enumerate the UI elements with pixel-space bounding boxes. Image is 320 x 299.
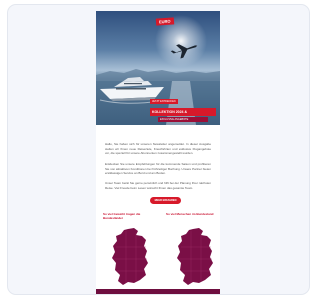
germany-maps [112, 228, 213, 285]
preview-card: EURO JETZT ENTDECKEN KOLLEKTION 2024 & E… [7, 4, 310, 295]
intro-paragraph: Hallo, Sie haben sich für unseren Newsle… [105, 142, 211, 156]
second-paragraph: Entdecken Sie unsere Empfehlungen für di… [105, 162, 211, 176]
map-title: So viel Menschen im Bundesland [166, 212, 214, 216]
map-panel-right: So viel Menschen im Bundesland [166, 212, 214, 216]
airplane-icon [170, 44, 198, 59]
third-paragraph: Unser Team berät Sie gerne persönlich un… [105, 181, 211, 190]
germany-map-right [177, 228, 213, 285]
cta-button[interactable]: MEHR ERFAHREN [150, 197, 181, 204]
map-panel-left: So viel Gewicht tragen die Bundesländer [103, 212, 151, 220]
hero-headline: KOLLEKTION 2024 & [150, 108, 216, 116]
hero-subline: EXKLUSIVE ANGEBOTE [158, 117, 208, 122]
hero-kicker: JETZT ENTDECKEN [150, 99, 178, 104]
hero-headline-block: JETZT ENTDECKEN KOLLEKTION 2024 & EXKLUS… [150, 89, 216, 122]
germany-map-left [112, 228, 148, 285]
email-preview[interactable]: EURO JETZT ENTDECKEN KOLLEKTION 2024 & E… [96, 11, 220, 294]
paragraph-text: Entdecken Sie unsere Empfehlungen für di… [105, 162, 211, 175]
paragraph-text: Hallo, Sie haben sich für unseren Newsle… [105, 142, 211, 155]
footer-bar [96, 289, 220, 294]
brand-logo[interactable]: EURO [155, 17, 174, 26]
hero-banner: EURO JETZT ENTDECKEN KOLLEKTION 2024 & E… [96, 11, 220, 125]
paragraph-text: Unser Team berät Sie gerne persönlich un… [105, 181, 211, 190]
map-title: So viel Gewicht tragen die Bundesländer [103, 212, 141, 221]
